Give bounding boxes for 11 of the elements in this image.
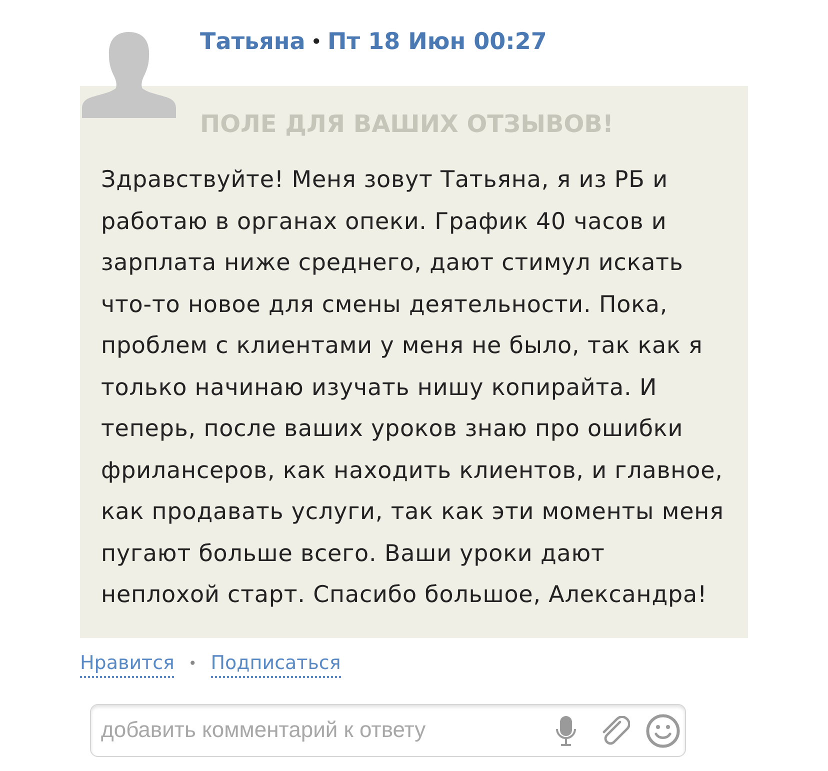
comment-input-field[interactable]: добавить комментарий к ответу [90,704,686,756]
separator-dot: • [311,31,322,53]
action-link[interactable]: Подписаться [210,650,341,678]
comment-text: Здравствуйте! Меня зовут Татьяна, я из РБ и работаю в органах опеки. График 40 часов и зарплата ниже среднего, дают стимул искать что-то новое для смены деятельности. Пока, проблем с клиентами у меня не было, так как я только начинаю изучать нишу копирайта. И теперь, после ваших уроков знаю про ошибки фрилансеров, как находить клиентов, и главное, как продавать услуги, так как эти моменты меня пугают больше всего. Ваши уроки дают неплохой старт. Спасибо большое, Александра! [101,166,725,610]
smiley-icon[interactable] [646,714,680,748]
post-date[interactable]: Пт 18 Июн 00:27 [328,28,547,56]
action-link[interactable]: Нравится [80,650,174,678]
microphone-icon[interactable] [556,716,576,746]
author-name[interactable]: Татьяна [200,28,306,56]
separator-dot: • [188,655,197,674]
paperclip-icon[interactable] [600,716,630,746]
